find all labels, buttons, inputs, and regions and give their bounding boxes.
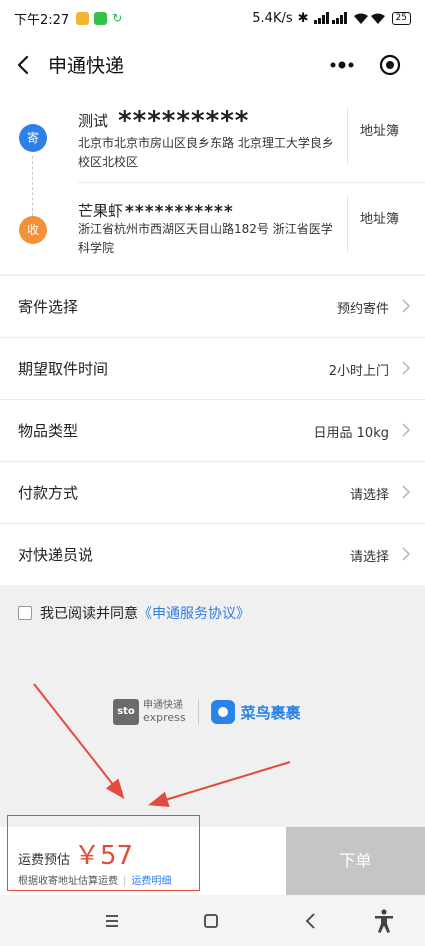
sender-address-book-button[interactable]: 地址簿 (360, 120, 399, 139)
fee-note-line: 根据收寄地址估算运费 | 运费明细 (18, 872, 171, 887)
sto-name-en: express (143, 711, 186, 724)
option-label: 付款方式 (18, 484, 79, 502)
chevron-right-icon (402, 547, 411, 561)
service-agreement-link[interactable]: 《申通服务协议》 (138, 603, 250, 623)
agreement-row: 我已阅读并同意 《申通服务协议》 (18, 603, 250, 623)
wechat-icon (94, 11, 108, 25)
agreement-text: 我已阅读并同意 (40, 606, 138, 622)
fee-note: 根据收寄地址估算运费 (18, 876, 118, 887)
receiver-address-book-button[interactable]: 地址簿 (360, 208, 399, 227)
receiver-masked-info: *********** (125, 202, 234, 222)
option-pickup-time[interactable]: 期望取件时间 2小时上门 (0, 338, 425, 400)
receiver-address: 浙江省杭州市西湖区天目山路182号 浙江省医学科学院 (78, 222, 333, 255)
chevron-right-icon (402, 423, 411, 437)
chevron-right-icon (402, 361, 411, 375)
fee-label: 运费预估 (18, 853, 71, 868)
option-label: 物品类型 (18, 422, 79, 440)
network-speed: 5.4K/s (252, 10, 293, 26)
option-value: 预约寄件 (336, 302, 389, 317)
option-item-type[interactable]: 物品类型 日用品 10kg (0, 400, 425, 462)
sender-name-line: 测试 ********* (78, 106, 249, 136)
more-button[interactable] (320, 50, 364, 80)
chevron-right-icon (402, 485, 411, 499)
fee-note-separator: | (123, 876, 127, 887)
fee-detail-link[interactable]: 运费明细 (131, 876, 171, 887)
signal-icon (313, 12, 347, 24)
bluetooth-icon: ✱ (297, 10, 309, 26)
order-bar: 运费预估 ￥57 根据收寄地址估算运费 | 运费明细 下单 (0, 815, 425, 895)
back-button[interactable] (12, 51, 36, 79)
option-courier-note[interactable]: 对快递员说 请选择 (0, 524, 425, 585)
receiver-address-row[interactable]: 收 芒果虾 *********** 浙江省杭州市西湖区天目山路182号 浙江省医学… (0, 186, 425, 274)
receiver-name-line: 芒果虾 *********** (78, 200, 234, 222)
divider (347, 108, 348, 164)
partner-logos: sto 申通快递 express 菜鸟裹裹 (113, 694, 301, 730)
sender-badge: 寄 (19, 124, 47, 152)
accessibility-icon[interactable] (369, 906, 399, 936)
sender-address-row[interactable]: 寄 测试 ********* 北京市北京市房山区良乡东路 北京理工大学良乡校区北校… (0, 94, 425, 182)
submit-order-button[interactable]: 下单 (286, 827, 425, 895)
sync-icon: ↻ (112, 11, 123, 25)
system-back-button[interactable] (296, 906, 326, 936)
chevron-right-icon (402, 299, 411, 313)
option-label: 期望取件时间 (18, 360, 109, 378)
fee-amount: ￥57 (74, 841, 134, 871)
wifi-icon (353, 13, 385, 24)
status-bar: 下午2:27 ↻ 5.4K/s ✱ 25 (0, 0, 425, 36)
nav-bar: 申通快递 (0, 36, 425, 94)
shipping-options: 寄件选择 预约寄件 期望取件时间 2小时上门 物品类型 日用品 10kg 付款方… (0, 276, 425, 585)
option-label: 寄件选择 (18, 298, 79, 316)
sto-logo-text: 申通快递 express (143, 700, 186, 724)
annotation-arrow (148, 761, 291, 807)
option-value: 请选择 (349, 488, 389, 503)
cainiao-logo-icon (210, 700, 235, 724)
sender-masked-info: ********* (118, 106, 250, 136)
receiver-name: 芒果虾 (78, 202, 124, 220)
option-value: 日用品 10kg (313, 426, 389, 441)
system-nav-bar (0, 895, 425, 946)
option-label: 对快递员说 (18, 546, 94, 564)
status-time: 下午2:27 (14, 12, 70, 28)
agreement-checkbox[interactable] (18, 606, 32, 620)
divider (78, 182, 425, 183)
receiver-badge: 收 (19, 216, 47, 244)
cainiao-logo-text: 菜鸟裹裹 (240, 703, 301, 722)
divider (347, 196, 348, 252)
sender-address: 北京市北京市房山区良乡东路 北京理工大学良乡校区北校区 (78, 136, 334, 169)
battery-icon: 25 (391, 11, 411, 25)
status-right: 5.4K/s ✱ 25 (252, 0, 411, 36)
app-notification-icon (76, 11, 90, 25)
option-pickup-method[interactable]: 寄件选择 预约寄件 (0, 276, 425, 338)
sto-logo: sto (113, 699, 139, 725)
home-button[interactable] (196, 906, 226, 936)
page-title: 申通快递 (48, 55, 125, 77)
annotation-arrow (33, 683, 125, 800)
address-card: 寄 测试 ********* 北京市北京市房山区良乡东路 北京理工大学良乡校区北校… (0, 94, 425, 274)
menu-button[interactable] (97, 906, 127, 936)
option-value: 请选择 (349, 550, 389, 565)
option-value: 2小时上门 (328, 364, 389, 379)
close-miniprogram-button[interactable] (372, 50, 408, 80)
logo-divider (197, 699, 199, 725)
sender-name: 测试 (78, 112, 109, 130)
option-payment-method[interactable]: 付款方式 请选择 (0, 462, 425, 524)
